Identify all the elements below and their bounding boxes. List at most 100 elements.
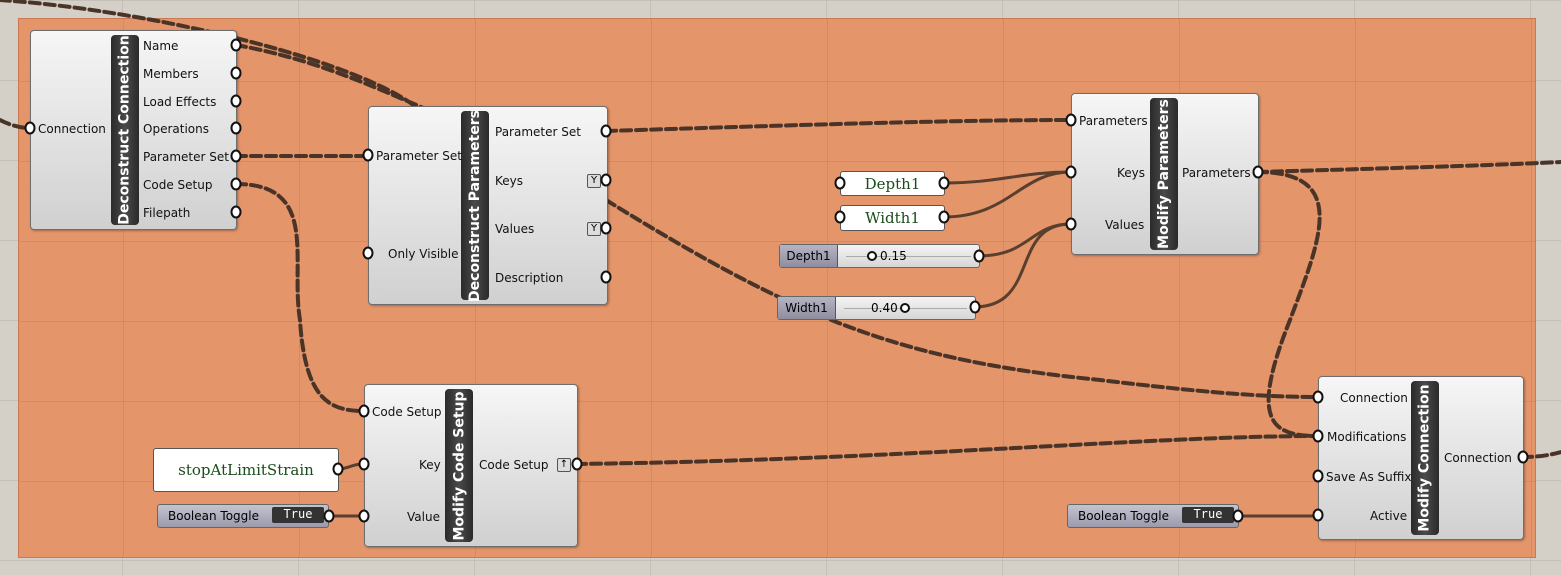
output-load-effects: Load Effects <box>143 95 217 109</box>
input-grip[interactable] <box>1065 217 1077 231</box>
input-grip[interactable] <box>358 509 370 523</box>
component-title: Modify Connection <box>1411 381 1439 535</box>
wire-depth-slider <box>977 222 1072 258</box>
output-grip[interactable] <box>973 249 985 263</box>
output-values: Values <box>495 222 535 236</box>
input-save-as-suffix: Save As Suffix <box>1326 470 1412 484</box>
output-code-setup: Code Setup <box>143 178 213 192</box>
component-title: Modify Code Setup <box>445 389 473 542</box>
wire-width-slider <box>973 222 1072 309</box>
output-grip[interactable] <box>600 124 612 138</box>
input-keys: Keys <box>1117 166 1146 180</box>
output-grip[interactable] <box>938 210 950 224</box>
deconstruct-connection-component[interactable]: Deconstruct Connection Connection Name M… <box>30 30 237 230</box>
input-active: Active <box>1370 509 1408 523</box>
slider-name: Depth1 <box>780 245 838 267</box>
output-grip[interactable] <box>323 509 335 523</box>
component-title: Deconstruct Connection <box>111 35 139 225</box>
output-grip[interactable] <box>230 205 242 219</box>
output-filepath: Filepath <box>143 206 191 220</box>
modify-code-setup-component[interactable]: Modify Code Setup Code Setup Key Value C… <box>364 384 578 547</box>
panel-depth[interactable]: Depth1 <box>840 171 945 196</box>
input-grip[interactable] <box>1065 165 1077 179</box>
input-parameters: Parameters <box>1079 114 1148 128</box>
component-title: Deconstruct Parameters <box>461 110 489 301</box>
output-code-setup: Code Setup <box>479 458 549 472</box>
output-grip[interactable] <box>1252 165 1264 179</box>
output-grip[interactable] <box>230 177 242 191</box>
output-grip[interactable] <box>230 38 242 52</box>
input-grip[interactable] <box>1312 429 1324 443</box>
panel-width[interactable]: Width1 <box>840 205 945 231</box>
wire-paramset-to-modify <box>604 118 1073 133</box>
modify-parameters-component[interactable]: Modify Parameters Parameters Keys Values… <box>1071 93 1259 255</box>
toggle-value[interactable]: True <box>272 507 324 523</box>
output-grip[interactable] <box>938 176 950 190</box>
input-grip[interactable] <box>1312 508 1324 522</box>
panel-key[interactable]: stopAtLimitStrain <box>153 448 339 492</box>
component-title: Modify Parameters <box>1150 98 1178 250</box>
output-members: Members <box>143 67 199 81</box>
wire-codesetup <box>234 182 366 413</box>
output-operations: Operations <box>143 122 209 136</box>
input-grip[interactable] <box>24 121 36 135</box>
input-grip[interactable] <box>358 404 370 418</box>
output-grip[interactable] <box>969 300 981 314</box>
graft-icon[interactable]: ↑ <box>557 458 571 472</box>
output-parameter-set: Parameter Set <box>495 125 581 139</box>
input-only-visible: Only Visible <box>388 247 459 261</box>
output-keys: Keys <box>495 174 524 188</box>
input-grip[interactable] <box>362 148 374 162</box>
output-description: Description <box>495 271 564 285</box>
output-grip[interactable] <box>230 149 242 163</box>
output-grip[interactable] <box>600 270 612 284</box>
output-grip[interactable] <box>1517 450 1529 464</box>
input-grip[interactable] <box>1312 390 1324 404</box>
input-grip[interactable] <box>1065 113 1077 127</box>
toggle-value[interactable]: True <box>1182 507 1234 523</box>
input-code-setup: Code Setup <box>372 405 442 419</box>
output-grip[interactable] <box>230 121 242 135</box>
slider-track <box>846 256 971 257</box>
input-grip[interactable] <box>834 176 846 190</box>
wire-params-out <box>1255 160 1561 174</box>
slider-name: Width1 <box>778 297 836 319</box>
slider-knob[interactable] <box>867 251 877 261</box>
output-parameters: Parameters <box>1182 166 1251 180</box>
output-parameter-set: Parameter Set <box>143 150 229 164</box>
slider-value: 0.15 <box>880 249 907 263</box>
input-connection: Connection <box>38 122 106 136</box>
input-connection: Connection <box>1340 391 1408 405</box>
input-value: Value <box>407 510 440 524</box>
wire-codesetup-to-mods <box>574 434 1320 466</box>
slider-depth[interactable]: Depth1 0.15 <box>779 244 980 268</box>
output-grip[interactable] <box>332 462 344 476</box>
output-grip[interactable] <box>230 66 242 80</box>
filter-icon[interactable]: Y <box>587 222 601 236</box>
toggle-label: Boolean Toggle <box>168 509 259 523</box>
output-grip[interactable] <box>571 457 583 471</box>
slider-knob[interactable] <box>900 303 910 313</box>
boolean-toggle[interactable]: Boolean Toggle True <box>1067 504 1239 528</box>
boolean-toggle[interactable]: Boolean Toggle True <box>157 504 329 528</box>
output-grip[interactable] <box>600 173 612 187</box>
output-connection: Connection <box>1444 451 1512 465</box>
input-modifications: Modifications <box>1327 430 1407 444</box>
output-name: Name <box>143 39 179 53</box>
input-grip[interactable] <box>1312 469 1324 483</box>
output-grip[interactable] <box>600 221 612 235</box>
input-key: Key <box>419 458 441 472</box>
slider-value: 0.40 <box>871 301 898 315</box>
output-grip[interactable] <box>230 94 242 108</box>
filter-icon[interactable]: Y <box>587 174 601 188</box>
deconstruct-parameters-component[interactable]: Deconstruct Parameters Parameter Set Onl… <box>368 106 608 305</box>
input-grip[interactable] <box>834 210 846 224</box>
toggle-label: Boolean Toggle <box>1078 509 1169 523</box>
modify-connection-component[interactable]: Modify Connection Connection Modificatio… <box>1318 376 1524 540</box>
input-grip[interactable] <box>362 246 374 260</box>
input-parameter-set: Parameter Set <box>376 149 462 163</box>
output-grip[interactable] <box>1232 509 1244 523</box>
input-grip[interactable] <box>358 457 370 471</box>
input-values: Values <box>1105 218 1145 232</box>
slider-width[interactable]: Width1 0.40 <box>777 296 976 320</box>
